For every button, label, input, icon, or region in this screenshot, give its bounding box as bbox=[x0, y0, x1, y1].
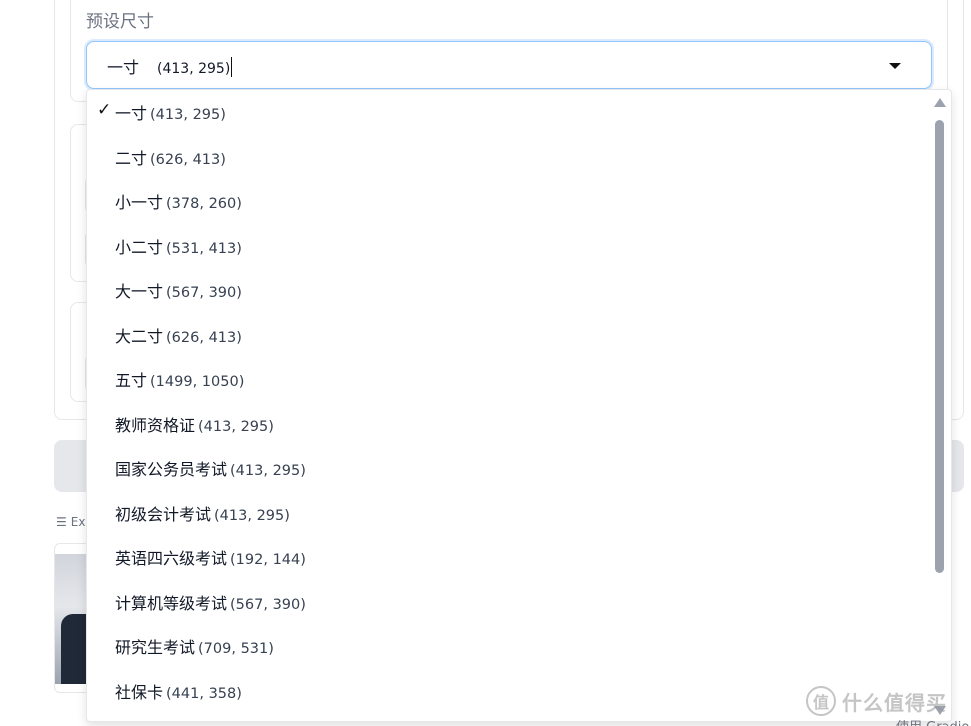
option-name: 五寸 bbox=[115, 371, 148, 390]
option-dims: (413, 295) bbox=[230, 463, 306, 479]
option-name: 国家公务员考试 bbox=[115, 460, 228, 479]
option-dims: (413, 295) bbox=[198, 418, 274, 435]
watermark-logo-icon: 值 bbox=[806, 686, 836, 716]
text-cursor bbox=[231, 57, 233, 77]
option-item[interactable]: 英语四六级考试 (192, 144) bbox=[87, 535, 935, 579]
check-icon: ✓ bbox=[97, 100, 112, 120]
option-item[interactable]: 五寸 (1499, 1050) bbox=[87, 357, 935, 401]
option-dims: (378, 260) bbox=[166, 196, 242, 212]
examples-text: Ex bbox=[70, 515, 86, 529]
option-dims: (626, 413) bbox=[166, 329, 242, 346]
preset-size-label: 预设尺寸 bbox=[86, 12, 154, 32]
option-name: 大二寸 bbox=[115, 326, 164, 346]
option-item[interactable]: 二寸 (626, 413) bbox=[87, 135, 935, 179]
option-name: 教师资格证 bbox=[115, 415, 196, 435]
option-item[interactable]: 初级会计考试 (413, 295) bbox=[87, 491, 935, 535]
select-current-value[interactable]: 一寸 (413, 295) bbox=[107, 54, 233, 78]
preset-size-options[interactable]: ✓ 一寸 (413, 295) 二寸 (626, 413) 小一寸 (378, 260… bbox=[86, 89, 952, 722]
option-name: 一寸 bbox=[115, 104, 148, 123]
option-dims: (567, 390) bbox=[230, 596, 306, 613]
watermark-text: 什么值得买 bbox=[842, 690, 947, 715]
option-name: 二寸 bbox=[115, 148, 148, 168]
option-name: 初级会计考试 bbox=[115, 504, 212, 524]
option-name: 大一寸 bbox=[115, 282, 164, 301]
scroll-up-arrow-icon[interactable] bbox=[934, 98, 946, 107]
option-name: 计算机等级考试 bbox=[115, 593, 228, 613]
option-name: 小一寸 bbox=[115, 193, 164, 212]
option-dims: (567, 390) bbox=[166, 285, 242, 301]
option-item[interactable]: 研究生考试 (709, 531) bbox=[87, 624, 935, 668]
option-dims: (413, 295) bbox=[214, 507, 290, 524]
option-name: 英语四六级考试 bbox=[115, 549, 228, 568]
option-item[interactable]: 小一寸 (378, 260) bbox=[87, 179, 935, 223]
option-dims: (413, 295) bbox=[150, 107, 226, 123]
list-icon: ☰ bbox=[56, 515, 67, 529]
option-item[interactable]: 大一寸 (567, 390) bbox=[87, 268, 935, 312]
option-item[interactable]: 小二寸 (531, 413) bbox=[87, 224, 935, 268]
option-item[interactable]: 教师资格证 (413, 295) bbox=[87, 402, 935, 446]
selected-dims: (413, 295) bbox=[157, 61, 231, 77]
option-dims: (441, 358) bbox=[166, 685, 242, 702]
scroll-thumb[interactable] bbox=[935, 120, 944, 573]
option-dims: (626, 413) bbox=[150, 151, 226, 168]
option-dims: (709, 531) bbox=[198, 641, 274, 657]
footer-text[interactable]: 使用 Gradio bbox=[896, 716, 969, 726]
option-name: 研究生考试 bbox=[115, 638, 196, 657]
scrollbar[interactable] bbox=[933, 90, 947, 721]
chevron-down-icon[interactable] bbox=[889, 63, 901, 69]
option-item[interactable]: 计算机等级考试 (567, 390) bbox=[87, 580, 935, 624]
watermark: 值 什么值得买 bbox=[806, 683, 947, 719]
examples-label: ☰ Ex bbox=[56, 515, 85, 529]
option-dims: (192, 144) bbox=[230, 552, 306, 568]
option-dims: (531, 413) bbox=[166, 240, 242, 257]
preset-size-select[interactable]: 一寸 (413, 295) bbox=[86, 41, 932, 89]
option-dims: (1499, 1050) bbox=[150, 374, 245, 390]
option-item[interactable]: 大二寸 (626, 413) bbox=[87, 313, 935, 357]
option-item[interactable]: ✓ 一寸 (413, 295) bbox=[87, 90, 935, 134]
option-item[interactable]: 国家公务员考试 (413, 295) bbox=[87, 446, 935, 490]
selected-name: 一寸 bbox=[107, 58, 140, 77]
option-name: 小二寸 bbox=[115, 237, 164, 257]
option-name: 社保卡 bbox=[115, 682, 164, 702]
